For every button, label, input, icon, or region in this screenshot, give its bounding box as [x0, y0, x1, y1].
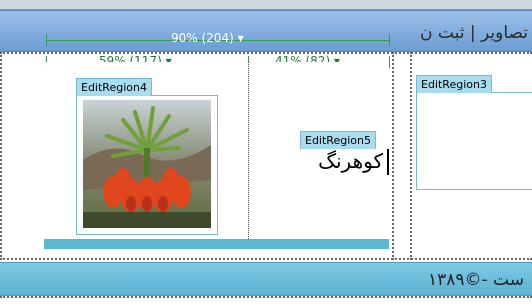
- footer-band[interactable]: ست -©۱۳۸۹: [0, 262, 532, 296]
- layout-divider-middle: [392, 52, 394, 260]
- bottom-border-strip: [0, 296, 532, 306]
- flower-photo-image: [83, 100, 211, 228]
- table-column-divider: [248, 62, 249, 245]
- header-title[interactable]: تصاویر | ثبت ن: [420, 23, 528, 43]
- footer-copyright[interactable]: ست -©۱۳۸۹: [428, 270, 524, 290]
- table-width-guide-left-tick: [46, 34, 47, 46]
- edit-region-5-text[interactable]: کوهرنگ: [318, 149, 383, 173]
- right-column-guide-tick: [389, 56, 390, 68]
- flower-photo[interactable]: [83, 100, 211, 228]
- edit-region-4-tag[interactable]: EditRegion4: [76, 78, 152, 96]
- table-bottom-bar: [44, 239, 389, 249]
- edit-region-5-tag[interactable]: EditRegion5: [300, 131, 376, 149]
- edit-region-4[interactable]: EditRegion4: [76, 78, 218, 235]
- edit-region-5[interactable]: EditRegion5 کوهرنگ: [300, 131, 389, 182]
- edit-region-3[interactable]: EditRegion3: [416, 75, 532, 190]
- table-width-guide-right-tick: [389, 34, 390, 46]
- layout-divider-right: [410, 52, 412, 260]
- edit-region-3-tag[interactable]: EditRegion3: [416, 75, 492, 93]
- table-width-label[interactable]: 90% (204) ▾: [168, 31, 247, 45]
- header-band[interactable]: تصاویر | ثبت ن: [0, 10, 532, 52]
- layout-divider-left: [0, 52, 2, 260]
- design-view-canvas[interactable]: تصاویر | ثبت ن 90% (204) ▾ 59% (117) ▾ 4…: [0, 0, 532, 306]
- text-caret: [387, 149, 389, 175]
- top-border-strip: [0, 0, 532, 10]
